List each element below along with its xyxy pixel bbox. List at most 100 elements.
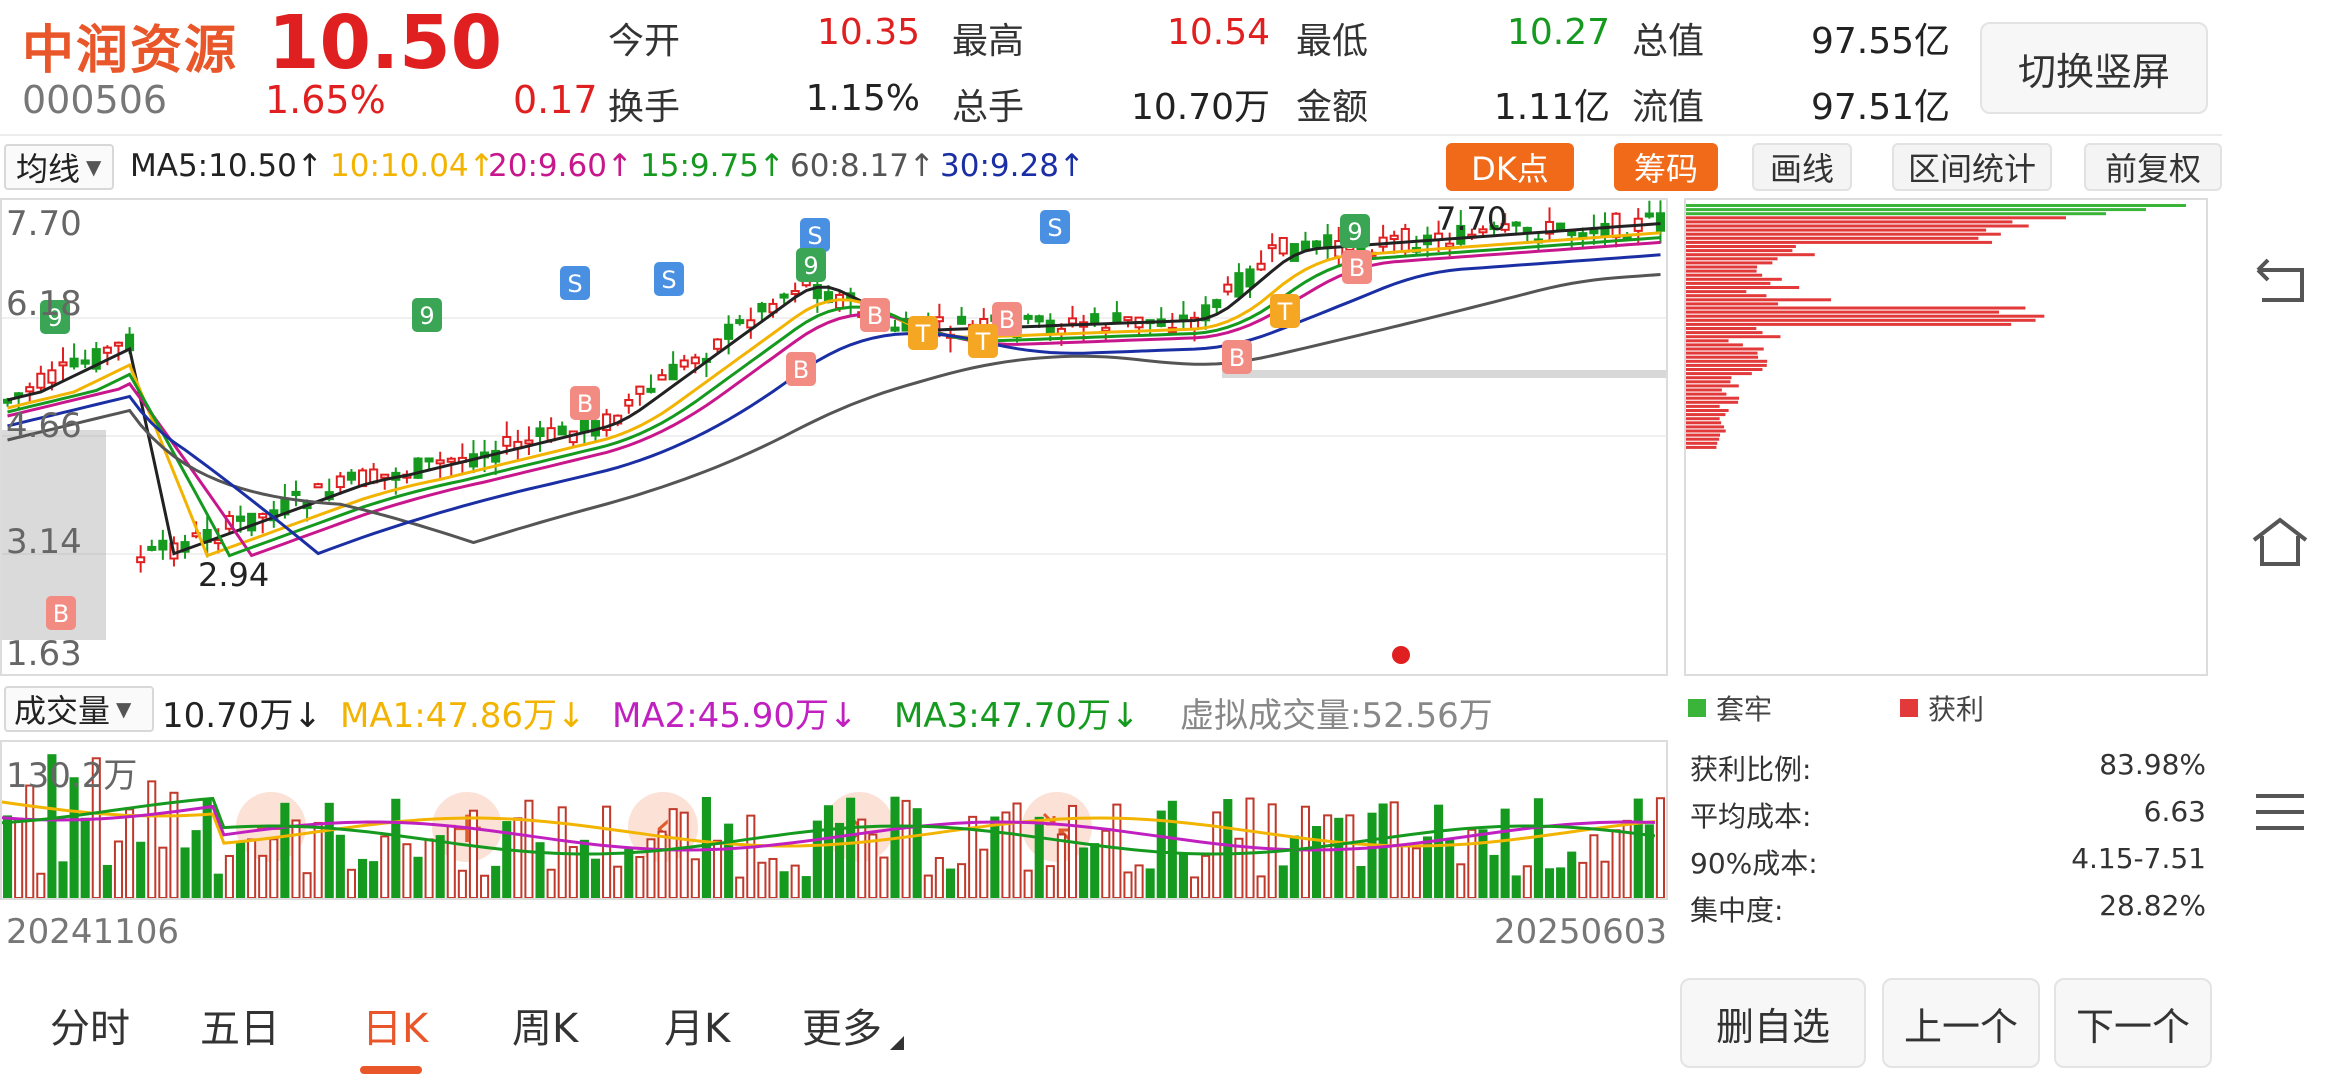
volume-bar: [302, 872, 312, 899]
volume-bar: [513, 817, 523, 899]
volume-bar: [324, 802, 334, 899]
low-price-label: 2.94: [198, 556, 270, 594]
candle-body: [1278, 236, 1288, 255]
previous-stock-button[interactable]: 上一个: [1882, 978, 2040, 1068]
home-icon[interactable]: [2248, 510, 2312, 574]
indicator-select-label: 均线: [16, 150, 81, 188]
chip-bar: [1686, 290, 1747, 294]
volume-chart[interactable]: 130.2万: [0, 740, 1668, 900]
volume-indicator-select[interactable]: 成交量 ▼: [4, 686, 154, 732]
volume-bar: [446, 824, 456, 899]
chip-bar: [1686, 388, 1722, 392]
signal-badge-text: T: [1277, 298, 1293, 326]
legend-profit: 获利: [1900, 688, 1984, 728]
candle-body: [502, 436, 512, 447]
volume-bar: [1600, 860, 1610, 900]
volume-bar: [1023, 869, 1033, 899]
tab-monthly-k[interactable]: 月K: [664, 996, 730, 1054]
chip-bar: [1686, 363, 1767, 367]
tab-weekly-k[interactable]: 周K: [512, 996, 578, 1054]
chip-bar: [1686, 236, 1979, 240]
ma30-value: 30:9.28↑: [940, 148, 1085, 184]
volume-bar: [1289, 835, 1299, 899]
menu-icon[interactable]: [2248, 780, 2312, 844]
next-stock-button[interactable]: 下一个: [2054, 978, 2212, 1068]
switch-portrait-button[interactable]: 切换竖屏: [1980, 22, 2208, 114]
candle-body: [535, 427, 545, 437]
candle-body: [1178, 314, 1188, 320]
cost-90-value: 4.15-7.51: [2071, 842, 2206, 875]
volume-bar: [746, 814, 756, 899]
volume-bar: [1278, 865, 1288, 900]
tab-five-day[interactable]: 五日: [200, 996, 280, 1054]
chip-bar: [1686, 273, 1763, 277]
volume-bar: [757, 861, 767, 899]
candle-body: [291, 490, 301, 497]
concentration-label: 集中度:: [1690, 894, 1784, 927]
chip-button[interactable]: 筹码: [1614, 143, 1718, 191]
chip-bar: [1686, 265, 1758, 269]
signal-badge-text: B: [577, 390, 593, 418]
back-icon[interactable]: [2248, 250, 2312, 314]
volume-bar: [1478, 829, 1488, 899]
volume-bar: [391, 798, 401, 899]
chip-bar: [1686, 380, 1731, 384]
candle-body: [679, 359, 689, 368]
volume-bar: [369, 861, 379, 899]
axis-label-4: 3.14: [6, 522, 82, 562]
ma5-value: MA5:10.50↑: [130, 148, 323, 184]
quote-high-label: 最高: [952, 21, 1025, 62]
volume-bar: [1655, 797, 1665, 899]
candle-body: [1300, 240, 1311, 251]
chip-bar: [1686, 306, 2026, 310]
volume-bar: [1411, 847, 1421, 900]
legend-loss: 套牢: [1688, 688, 1772, 728]
candle-body: [735, 319, 745, 325]
chip-bar: [1686, 281, 1771, 285]
volume-bar: [1367, 812, 1377, 899]
candle-body: [1655, 212, 1665, 232]
chip-bar: [1686, 240, 1993, 244]
more-corner-icon: [890, 1036, 904, 1050]
signal-badge-text: B: [999, 306, 1015, 334]
volume-bar: [735, 876, 745, 899]
volume-bar: [701, 796, 711, 900]
kline-chart[interactable]: SSSSBBBBBBBTTT9999 7.70 6.18 4.66 3.14 1…: [0, 198, 1668, 862]
candle-body: [646, 387, 656, 393]
volume-bar: [1312, 826, 1322, 899]
volume-bar: [945, 868, 956, 899]
volume-bar: [269, 838, 279, 899]
volume-bar: [1223, 799, 1233, 900]
volume-bar: [125, 808, 135, 899]
tab-more[interactable]: 更多: [802, 996, 882, 1054]
draw-line-button[interactable]: 画线: [1752, 143, 1852, 191]
candle-body: [1090, 313, 1100, 325]
candle-body: [1023, 314, 1033, 320]
signal-badge-text: B: [1349, 254, 1365, 282]
legend-loss-label: 套牢: [1716, 693, 1773, 726]
candle-body: [346, 471, 356, 481]
range-stats-button[interactable]: 区间统计: [1892, 143, 2052, 191]
quote-amount-value: 1.11亿: [1493, 87, 1610, 128]
axis-label-bottom: 1.63: [6, 634, 82, 674]
price-change: 0.17: [513, 78, 598, 122]
signal-badge-text: S: [1047, 214, 1062, 242]
volume-bar: [457, 869, 467, 900]
indicator-select[interactable]: 均线 ▼: [4, 144, 114, 190]
candle-body: [1034, 315, 1044, 323]
moving-average-line: [7, 231, 1661, 558]
candle-body: [47, 369, 57, 384]
stock-name: 中润资源: [22, 21, 239, 81]
chip-bar: [1686, 376, 1732, 380]
candle-body: [1256, 262, 1266, 271]
volume-bar: [524, 799, 534, 899]
remove-watchlist-button[interactable]: 删自选: [1680, 978, 1866, 1068]
chip-bar: [1686, 212, 2106, 216]
chip-bar: [1686, 413, 1726, 417]
dk-point-button[interactable]: DK点: [1446, 143, 1574, 191]
forward-adjust-button[interactable]: 前复权: [2084, 143, 2222, 191]
tab-intraday[interactable]: 分时: [50, 996, 130, 1054]
tab-daily-k[interactable]: 日K: [362, 996, 428, 1054]
signal-badge-text: 9: [1347, 218, 1362, 246]
ma10-value: 10:10.04↑: [330, 148, 495, 184]
